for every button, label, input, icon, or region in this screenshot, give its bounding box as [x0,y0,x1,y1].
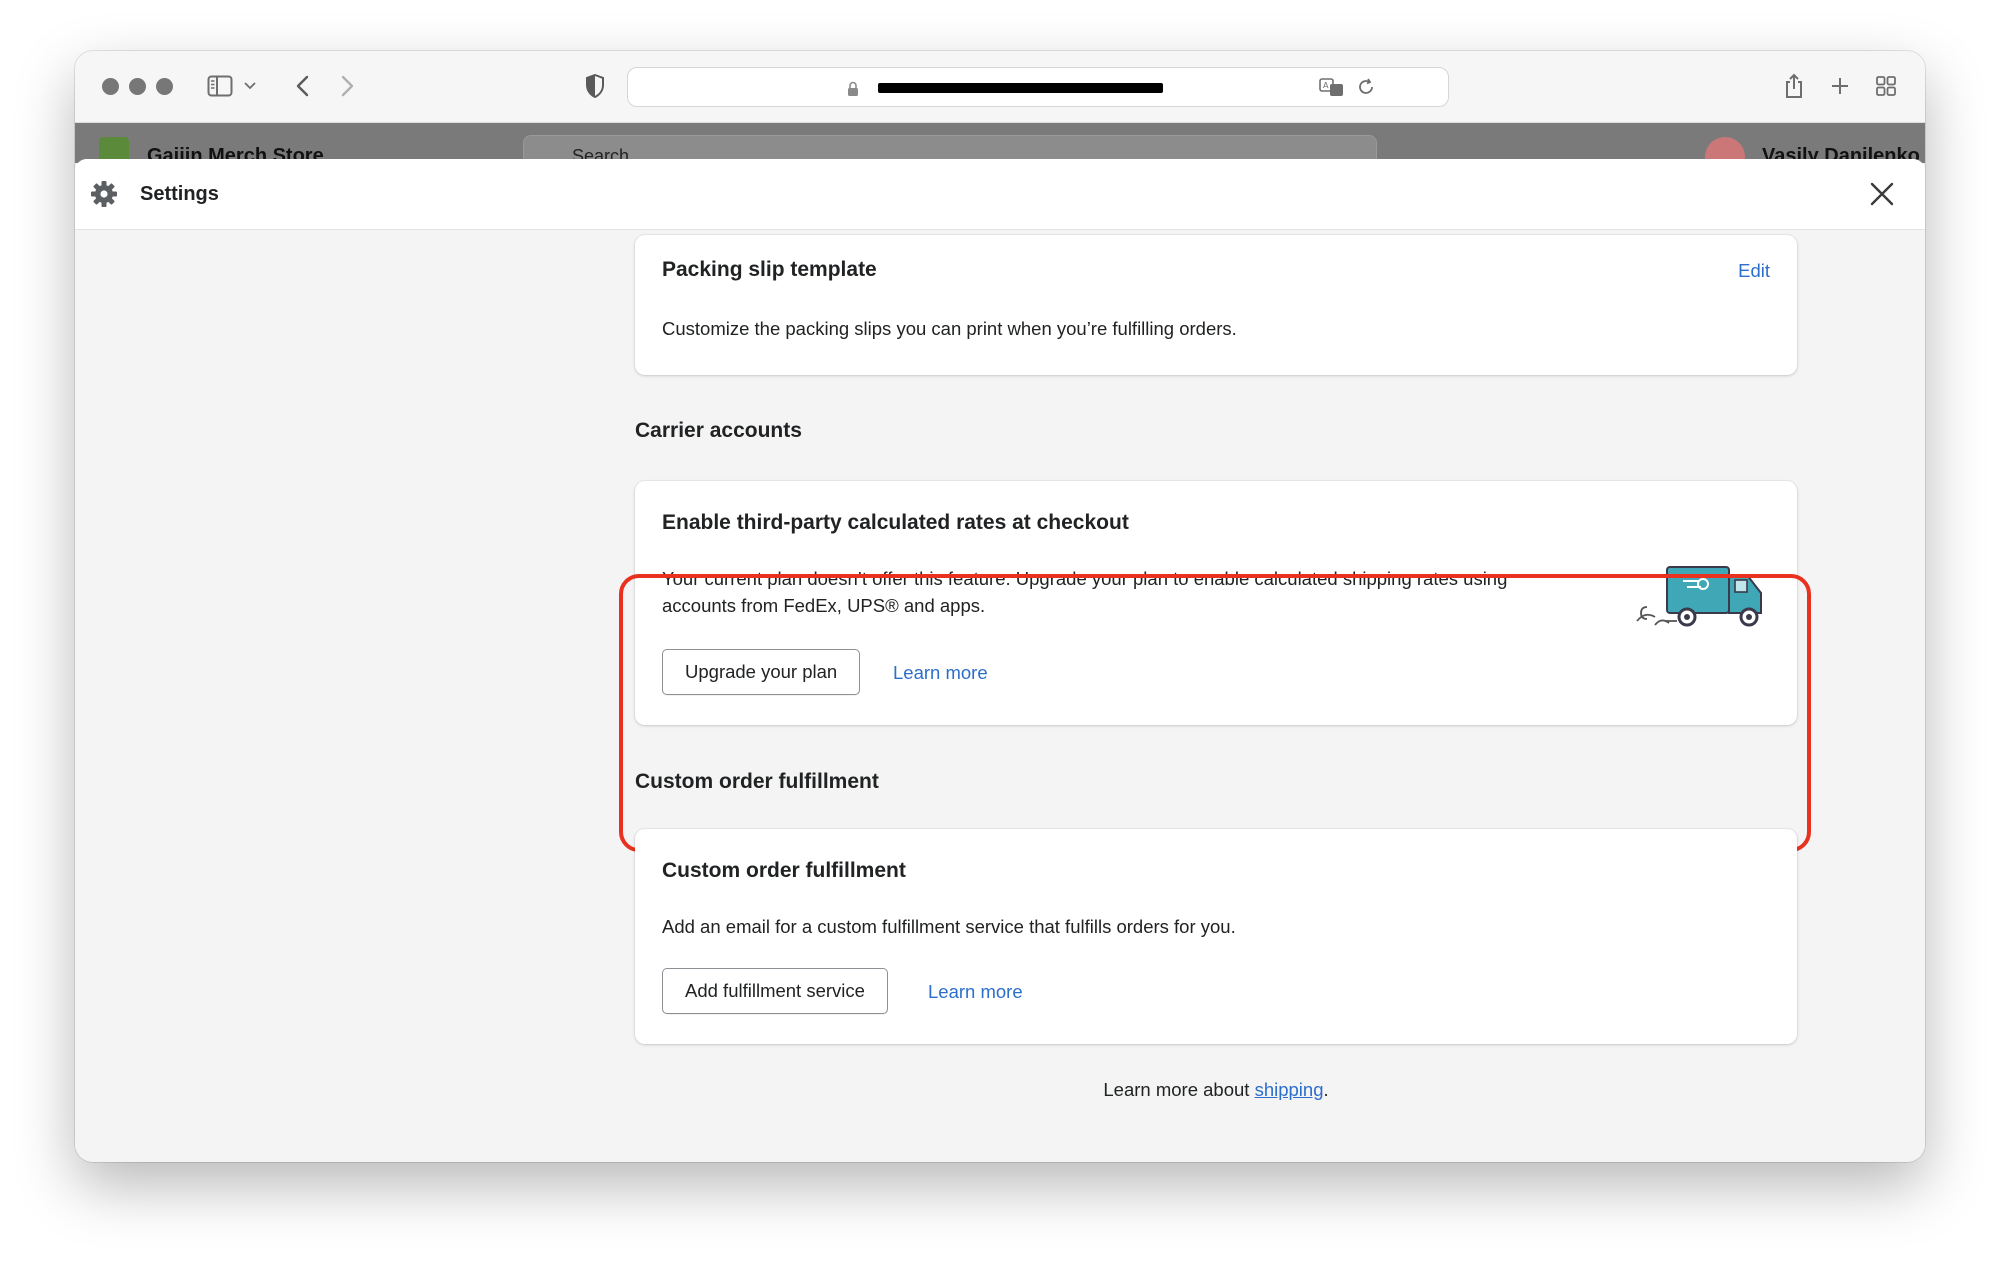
carrier-accounts-card: Enable third-party calculated rates at c… [635,481,1797,725]
footer-suffix: . [1323,1079,1329,1100]
footer-prefix: Learn more about [1103,1079,1255,1100]
custom-fulfillment-learn-more-link[interactable]: Learn more [928,981,1023,1003]
shipping-link[interactable]: shipping [1255,1079,1324,1100]
add-fulfillment-service-button[interactable]: Add fulfillment service [662,968,888,1014]
close-window-button[interactable] [102,78,119,95]
packing-slip-edit-link[interactable]: Edit [1738,260,1770,282]
admin-header: Gajjin Merch Store Search Vasily Danilen… [75,123,1925,163]
carrier-card-title: Enable third-party calculated rates at c… [662,511,1129,534]
upgrade-plan-button[interactable]: Upgrade your plan [662,649,861,695]
footer-help-text: Learn more about shipping. [635,1079,1797,1101]
gear-icon [90,180,118,208]
carrier-accounts-heading: Carrier accounts [635,419,802,442]
browser-toolbar: A [75,51,1925,123]
browser-window: A Gajjin Merch Store Search Vasily Danil… [75,51,1925,1162]
packing-slip-card: Packing slip template Edit Customize the… [635,235,1797,375]
custom-fulfillment-card: Custom order fulfillment Add an email fo… [635,829,1797,1044]
packing-slip-description: Customize the packing slips you can prin… [662,318,1237,339]
chevron-down-icon[interactable] [242,71,258,101]
address-bar[interactable]: A [627,67,1449,107]
delivery-truck-icon [1635,559,1775,639]
close-icon[interactable] [1869,181,1895,207]
lock-icon [846,74,860,104]
tab-overview-icon[interactable] [1874,71,1898,101]
svg-text:A: A [1323,81,1329,90]
carrier-description-line2: accounts from FedEx, UPS® and apps. [662,595,986,616]
modal-header: Settings [75,159,1925,230]
packing-slip-title: Packing slip template [662,258,877,281]
custom-fulfillment-heading: Custom order fulfillment [635,770,879,793]
forward-icon[interactable] [338,71,358,101]
carrier-description: Your current plan doesn’t offer this fea… [662,565,1507,619]
share-icon[interactable] [1782,71,1806,101]
back-icon[interactable] [292,71,312,101]
reload-icon[interactable] [1354,72,1378,102]
carrier-description-line1: Your current plan doesn’t offer this fea… [662,568,1508,589]
custom-fulfillment-card-title: Custom order fulfillment [662,859,906,882]
shield-icon[interactable] [583,71,607,101]
sidebar-icon[interactable] [205,71,235,101]
zoom-window-button[interactable] [156,78,173,95]
translate-icon[interactable]: A [1318,72,1346,102]
carrier-learn-more-link[interactable]: Learn more [893,662,988,684]
new-tab-icon[interactable] [1828,71,1852,101]
minimize-window-button[interactable] [129,78,146,95]
redacted-url [878,83,1163,93]
custom-fulfillment-description: Add an email for a custom fulfillment se… [662,916,1236,937]
page-title: Settings [140,183,219,205]
settings-modal: Settings Packing slip template Edit Cust… [75,159,1925,1162]
